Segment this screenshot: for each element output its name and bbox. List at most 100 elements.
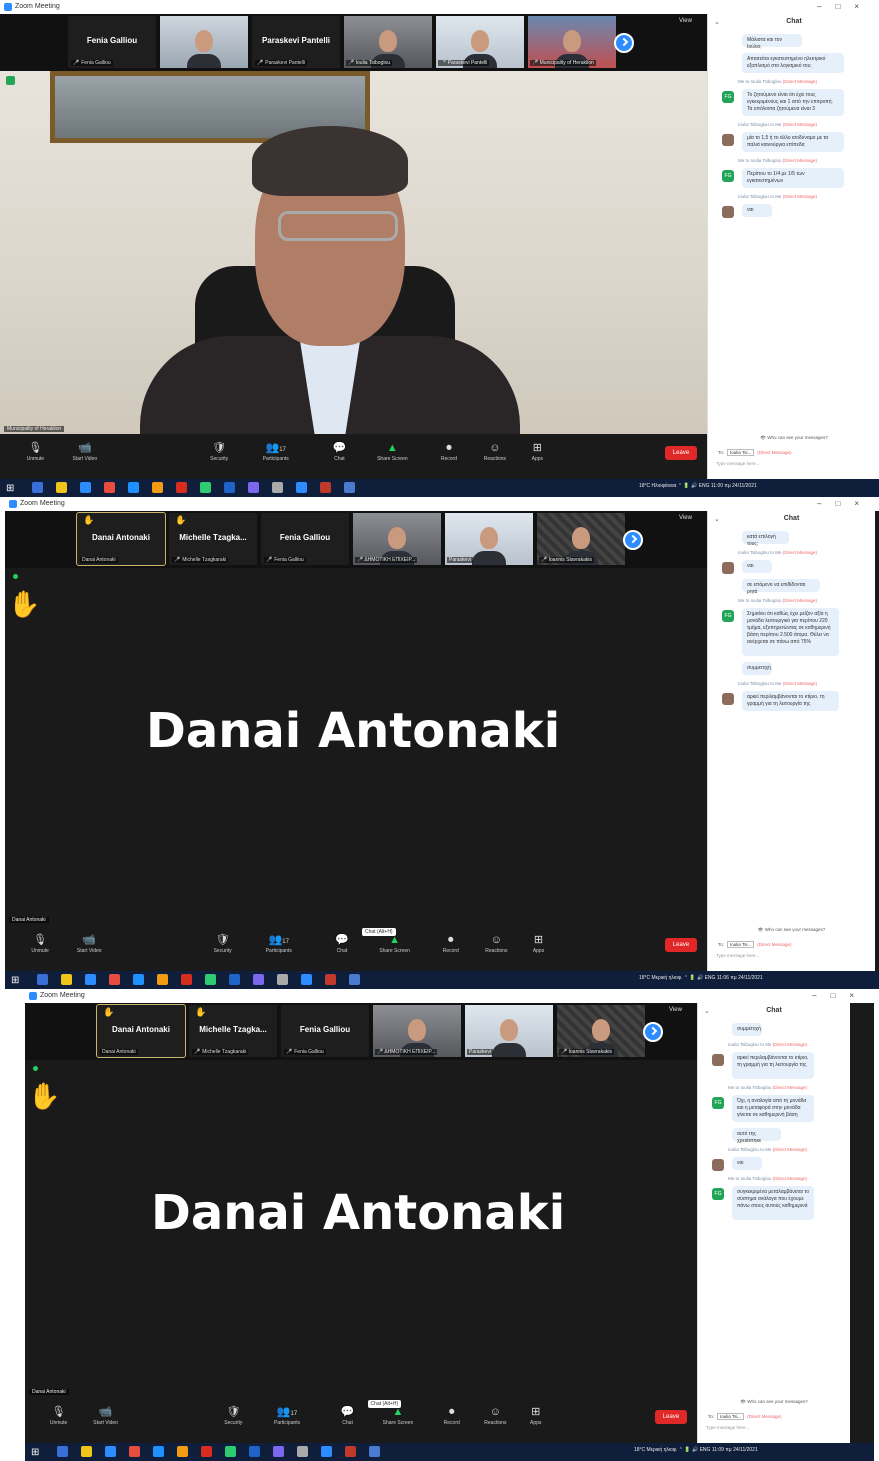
apps-button[interactable]: ⊞ Apps bbox=[519, 932, 559, 954]
participant-video-tile[interactable]: Paraskevi bbox=[465, 1005, 553, 1057]
word-icon[interactable] bbox=[344, 482, 355, 493]
unmute-button[interactable]: 🎙 Unmute bbox=[15, 440, 55, 462]
weather-widget[interactable]: 18°C Ηλιοφάνεια bbox=[639, 483, 676, 489]
outlook-icon[interactable] bbox=[224, 482, 235, 493]
chat-button[interactable]: 💬 Chat bbox=[328, 1404, 368, 1426]
view-button[interactable]: View bbox=[679, 515, 692, 521]
participants-button[interactable]: 👥17 Participants bbox=[259, 932, 299, 954]
notepad-icon[interactable] bbox=[152, 482, 163, 493]
file-explorer-icon[interactable] bbox=[80, 482, 91, 493]
acrobat-icon[interactable] bbox=[181, 974, 192, 985]
who-can-see-link[interactable]: 👁 Who can see your messages? bbox=[708, 927, 875, 933]
notepad-icon[interactable] bbox=[157, 974, 168, 985]
close-button[interactable]: × bbox=[854, 2, 873, 11]
zoom-taskbar-icon[interactable] bbox=[321, 1446, 332, 1457]
participant-tile[interactable]: Fenia Galliou 🎤 Fenia Galliou bbox=[281, 1005, 369, 1057]
maximize-button[interactable]: □ bbox=[835, 2, 854, 11]
participant-video-tile[interactable]: 🎤 ΔΗΜΟΤΙΚΗ ΕΠΙΧΕΙΡ... bbox=[373, 1005, 461, 1057]
excel-icon[interactable] bbox=[200, 482, 211, 493]
participant-tile[interactable]: ✋ Michelle Tzagka... 🎤 Michelle Tzagkaraki bbox=[189, 1005, 277, 1057]
window-controls[interactable]: –□× bbox=[812, 991, 868, 1000]
outlook-icon[interactable] bbox=[249, 1446, 260, 1457]
participant-tile[interactable]: Fenia Galliou 🎤 Fenia Galliou bbox=[261, 513, 349, 565]
word-icon[interactable] bbox=[369, 1446, 380, 1457]
participant-video-tile[interactable]: 🎤 ΔΗΜΟΤΙΚΗ ΕΠΙΧΕΙΡ... bbox=[353, 513, 441, 565]
reactions-button[interactable]: ☺ Reactions bbox=[475, 1404, 515, 1426]
participant-tile[interactable]: Paraskevi Pantelli 🎤 Paraskevi Pantelli bbox=[252, 16, 340, 68]
excel-icon[interactable] bbox=[205, 974, 216, 985]
security-button[interactable]: 🛡 Security bbox=[199, 440, 239, 462]
maximize-button[interactable]: □ bbox=[830, 991, 849, 1000]
word-icon[interactable] bbox=[349, 974, 360, 985]
record-button[interactable]: ⏺ Record bbox=[432, 1404, 472, 1426]
edge-icon[interactable] bbox=[129, 1446, 140, 1457]
minimize-button[interactable]: – bbox=[817, 499, 835, 508]
outlook-icon[interactable] bbox=[229, 974, 240, 985]
edge-icon[interactable] bbox=[104, 482, 115, 493]
next-page-arrow-icon[interactable] bbox=[614, 33, 634, 53]
participant-video-tile[interactable]: 🎤 Ioannis Stavrakakis bbox=[557, 1005, 645, 1057]
message-input[interactable]: Type message here... bbox=[716, 461, 759, 466]
calculator-icon[interactable] bbox=[272, 482, 283, 493]
weather-widget[interactable]: 18°C Μερική ηλιοφ. bbox=[634, 1447, 677, 1453]
teams-icon[interactable] bbox=[253, 974, 264, 985]
message-input[interactable]: Type message here... bbox=[716, 953, 759, 958]
who-can-see-link[interactable]: 👁 Who can see your messages? bbox=[708, 435, 879, 441]
recipient-dropdown[interactable]: Ioulia Tsi... bbox=[727, 449, 755, 456]
start-video-button[interactable]: 📹 Start Video bbox=[65, 440, 105, 462]
participant-tile[interactable]: ✋ Danai Antonaki Danai Antonaki bbox=[76, 512, 166, 566]
reactions-button[interactable]: ☺ Reactions bbox=[475, 440, 515, 462]
edge-icon[interactable] bbox=[109, 974, 120, 985]
chat-button[interactable]: 💬 Chat bbox=[319, 440, 359, 462]
task-view-icon[interactable] bbox=[81, 1446, 92, 1457]
next-page-arrow-icon[interactable] bbox=[623, 530, 643, 550]
windows-start-icon[interactable]: ⊞ bbox=[31, 1447, 39, 1458]
message-input[interactable]: Type message here... bbox=[706, 1425, 749, 1430]
chrome-icon[interactable] bbox=[153, 1446, 164, 1457]
chrome-icon[interactable] bbox=[128, 482, 139, 493]
participant-video-tile[interactable]: 🎤 Paraskevi Pantelli bbox=[436, 16, 524, 68]
search-icon[interactable] bbox=[32, 482, 43, 493]
participant-video-tile[interactable]: 🎤 Ioulia Tsiboglou bbox=[344, 16, 432, 68]
acrobat-icon[interactable] bbox=[176, 482, 187, 493]
unmute-button[interactable]: 🎙 Unmute bbox=[20, 932, 60, 954]
search-icon[interactable] bbox=[37, 974, 48, 985]
start-video-button[interactable]: 📹 Start Video bbox=[86, 1404, 126, 1426]
leave-button[interactable]: Leave bbox=[665, 446, 697, 460]
reactions-button[interactable]: ☺ Reactions bbox=[476, 932, 516, 954]
minimize-button[interactable]: – bbox=[812, 991, 830, 1000]
calculator-icon[interactable] bbox=[297, 1446, 308, 1457]
participant-video-tile[interactable]: 🎤 Ioannis Stavrakakis bbox=[537, 513, 625, 565]
acrobat-icon[interactable] bbox=[201, 1446, 212, 1457]
notepad-icon[interactable] bbox=[177, 1446, 188, 1457]
apps-button[interactable]: ⊞ Apps bbox=[516, 1404, 556, 1426]
participant-video-tile[interactable] bbox=[160, 16, 248, 68]
record-button[interactable]: ⏺ Record bbox=[431, 932, 471, 954]
search-icon[interactable] bbox=[57, 1446, 68, 1457]
unmute-button[interactable]: 🎙 Unmute bbox=[39, 1404, 79, 1426]
leave-button[interactable]: Leave bbox=[655, 1410, 687, 1424]
participant-video-tile[interactable]: 🎤 Municipality of Heraklion bbox=[528, 16, 616, 68]
excel-icon[interactable] bbox=[225, 1446, 236, 1457]
maximize-button[interactable]: □ bbox=[835, 499, 854, 508]
task-view-icon[interactable] bbox=[56, 482, 67, 493]
minimize-button[interactable]: – bbox=[817, 2, 835, 11]
zoom-taskbar-icon[interactable] bbox=[296, 482, 307, 493]
close-button[interactable]: × bbox=[854, 499, 873, 508]
task-view-icon[interactable] bbox=[61, 974, 72, 985]
security-button[interactable]: 🛡 Security bbox=[213, 1404, 253, 1426]
apps-button[interactable]: ⊞ Apps bbox=[517, 440, 557, 462]
chrome-icon[interactable] bbox=[133, 974, 144, 985]
teams-icon[interactable] bbox=[248, 482, 259, 493]
leave-button[interactable]: Leave bbox=[665, 938, 697, 952]
weather-widget[interactable]: 18°C Μερική ηλιοφ. bbox=[639, 975, 682, 981]
windows-start-icon[interactable]: ⊞ bbox=[11, 975, 19, 986]
file-explorer-icon[interactable] bbox=[105, 1446, 116, 1457]
participant-tile[interactable]: ✋ Danai Antonaki Danai Antonaki bbox=[96, 1004, 186, 1058]
windows-start-icon[interactable]: ⊞ bbox=[6, 483, 14, 494]
window-controls[interactable]: –□× bbox=[817, 499, 873, 508]
view-button[interactable]: View bbox=[669, 1007, 682, 1013]
next-page-arrow-icon[interactable] bbox=[643, 1022, 663, 1042]
calculator-icon[interactable] bbox=[277, 974, 288, 985]
participants-button[interactable]: 👥17 Participants bbox=[256, 440, 296, 462]
